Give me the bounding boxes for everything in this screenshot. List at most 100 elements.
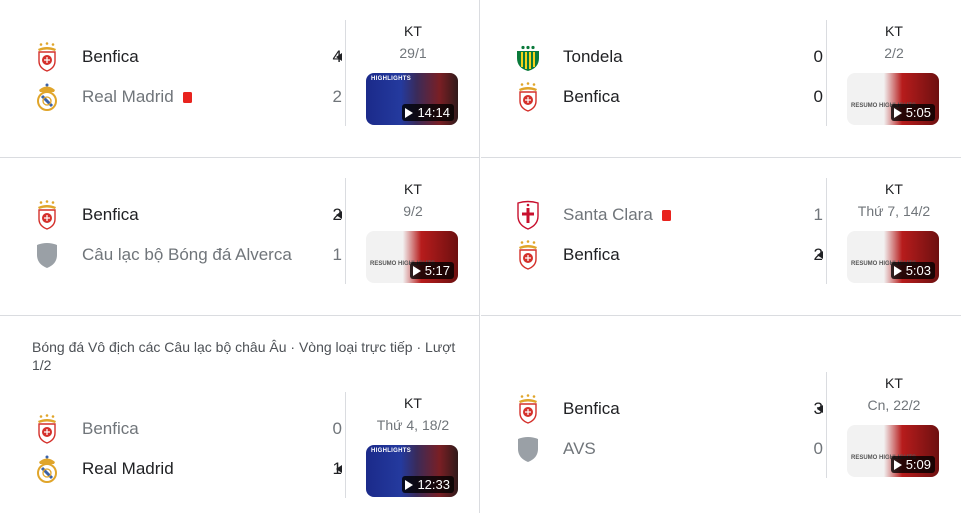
away-team-row[interactable]: Benfica 2 [513, 240, 823, 270]
winner-indicator-icon [336, 53, 342, 61]
thumbnail-label: HIGHLIGHTS [371, 76, 411, 82]
benfica-crest-icon [32, 200, 62, 230]
match-cell: Tondela 0 Benfica 0 KT 2/2 RESUMO HIGHLI… [481, 0, 961, 158]
play-icon [893, 265, 902, 276]
video-duration: 5:03 [905, 263, 931, 278]
red-card-icon [182, 91, 192, 103]
winner-indicator-icon [817, 405, 823, 413]
home-team-name: Santa Clara [563, 205, 653, 224]
match-date: 9/2 [403, 203, 423, 219]
match-status: KT [404, 23, 422, 39]
match-cell: Bóng đá Vô địch các Câu lạc bộ châu Âu ·… [0, 316, 480, 513]
generic-shield-icon [513, 434, 543, 464]
home-team-row[interactable]: Benfica 2 [32, 200, 342, 230]
away-team-score: 0 [813, 87, 823, 106]
video-duration-badge[interactable]: 5:09 [890, 456, 935, 473]
video-duration: 5:17 [424, 263, 450, 278]
away-team-row[interactable]: Real Madrid 1 [32, 454, 342, 484]
away-team-row[interactable]: Benfica 0 [513, 82, 823, 112]
home-team-name: Benfica [82, 419, 139, 438]
match-status: KT [885, 375, 903, 391]
real-madrid-crest-icon [32, 82, 62, 112]
match-cell: Benfica 3 AVS 0 KT Cn, 22/2 RESUMO HIGHL… [481, 316, 961, 513]
benfica-crest-icon [513, 394, 543, 424]
play-icon [893, 459, 902, 470]
benfica-crest-icon [32, 42, 62, 72]
benfica-crest-icon [513, 240, 543, 270]
away-team-name: Câu lạc bộ Bóng đá Alverca [82, 245, 292, 264]
home-team-row[interactable]: Benfica 4 [32, 42, 342, 72]
winner-indicator-icon [336, 465, 342, 473]
away-team-name: Benfica [563, 87, 620, 106]
match-card[interactable]: Tondela 0 Benfica 0 KT 2/2 RESUMO HIGHLI… [481, 0, 961, 158]
away-team-row[interactable]: Real Madrid 2 [32, 82, 342, 112]
play-icon [893, 107, 902, 118]
match-card[interactable]: Benfica 4 Real Madrid 2 KT 29/1 HIGHLIGH… [0, 0, 480, 158]
video-duration: 12:33 [417, 477, 450, 492]
match-status: KT [404, 395, 422, 411]
home-team-row[interactable]: Benfica 3 [513, 394, 823, 424]
winner-indicator-icon [817, 251, 823, 259]
video-duration-badge[interactable]: 12:33 [402, 476, 454, 493]
video-duration-badge[interactable]: 5:03 [890, 262, 935, 279]
home-team-score: 0 [813, 47, 823, 66]
home-team-score: 1 [813, 205, 823, 224]
match-status: KT [404, 181, 422, 197]
home-team-name: Benfica [82, 205, 139, 224]
highlights-video-thumbnail[interactable]: RESUMO HIGHLIGHTS 5:03 [847, 231, 939, 283]
video-duration: 14:14 [417, 105, 450, 120]
away-team-score: 0 [813, 439, 823, 458]
match-date: Cn, 22/2 [867, 397, 921, 413]
home-team-row[interactable]: Tondela 0 [513, 42, 823, 72]
match-card[interactable]: Benfica 2 Câu lạc bộ Bóng đá Alverca 1 K… [0, 158, 480, 316]
away-team-row[interactable]: AVS 0 [513, 434, 823, 464]
video-duration: 5:09 [905, 457, 931, 472]
tondela-crest-icon [513, 42, 543, 72]
away-team-row[interactable]: Câu lạc bộ Bóng đá Alverca 1 [32, 240, 342, 270]
match-date: 2/2 [884, 45, 904, 61]
away-team-name: AVS [563, 439, 596, 458]
winner-indicator-icon [336, 211, 342, 219]
match-status: KT [885, 181, 903, 197]
away-team-name: Real Madrid [82, 459, 174, 478]
home-team-score: 0 [332, 419, 342, 438]
match-date: Thứ 4, 18/2 [376, 417, 450, 433]
match-cell: Santa Clara 1 Benfica 2 KT Thứ 7, 14/2 R… [481, 158, 961, 316]
benfica-crest-icon [513, 82, 543, 112]
highlights-video-thumbnail[interactable]: HIGHLIGHTS 14:14 [366, 73, 458, 125]
match-date: 29/1 [399, 45, 427, 61]
benfica-crest-icon [32, 414, 62, 444]
highlights-video-thumbnail[interactable]: RESUMO HIGHLIGHTS 5:17 [366, 231, 458, 283]
highlights-video-thumbnail[interactable]: RESUMO HIGHLIGHTS 5:09 [847, 425, 939, 477]
video-duration-badge[interactable]: 5:17 [409, 262, 454, 279]
match-card[interactable]: Benfica 0 Real Madrid 1 KT Thứ 4, 18/2 H… [0, 372, 480, 513]
play-icon [412, 265, 421, 276]
video-duration-badge[interactable]: 5:05 [890, 104, 935, 121]
home-team-row[interactable]: Santa Clara 1 [513, 200, 823, 230]
match-card[interactable]: Santa Clara 1 Benfica 2 KT Thứ 7, 14/2 R… [481, 158, 961, 316]
home-team-name: Tondela [563, 47, 623, 66]
match-cell: Benfica 2 Câu lạc bộ Bóng đá Alverca 1 K… [0, 158, 480, 316]
match-date: Thứ 7, 14/2 [857, 203, 931, 219]
away-team-name: Real Madrid [82, 87, 174, 106]
video-duration-badge[interactable]: 14:14 [402, 104, 454, 121]
highlights-video-thumbnail[interactable]: RESUMO HIGHLIGHTS 5:05 [847, 73, 939, 125]
home-team-name: Benfica [563, 399, 620, 418]
match-card[interactable]: Benfica 3 AVS 0 KT Cn, 22/2 RESUMO HIGHL… [481, 352, 961, 510]
real-madrid-crest-icon [32, 454, 62, 484]
competition-label: Bóng đá Vô địch các Câu lạc bộ châu Âu ·… [32, 339, 456, 373]
generic-shield-icon [32, 240, 62, 270]
match-cell: Benfica 4 Real Madrid 2 KT 29/1 HIGHLIGH… [0, 0, 480, 158]
match-status: KT [885, 23, 903, 39]
santa-clara-crest-icon [513, 200, 543, 230]
play-icon [405, 107, 414, 118]
play-icon [405, 479, 414, 490]
away-team-score: 1 [332, 245, 342, 264]
thumbnail-label: HIGHLIGHTS [371, 448, 411, 454]
home-team-row[interactable]: Benfica 0 [32, 414, 342, 444]
highlights-video-thumbnail[interactable]: HIGHLIGHTS 12:33 [366, 445, 458, 497]
red-card-icon [661, 209, 671, 221]
match-results-grid: Benfica 4 Real Madrid 2 KT 29/1 HIGHLIGH… [0, 0, 961, 513]
away-team-score: 2 [332, 87, 342, 106]
away-team-name: Benfica [563, 245, 620, 264]
